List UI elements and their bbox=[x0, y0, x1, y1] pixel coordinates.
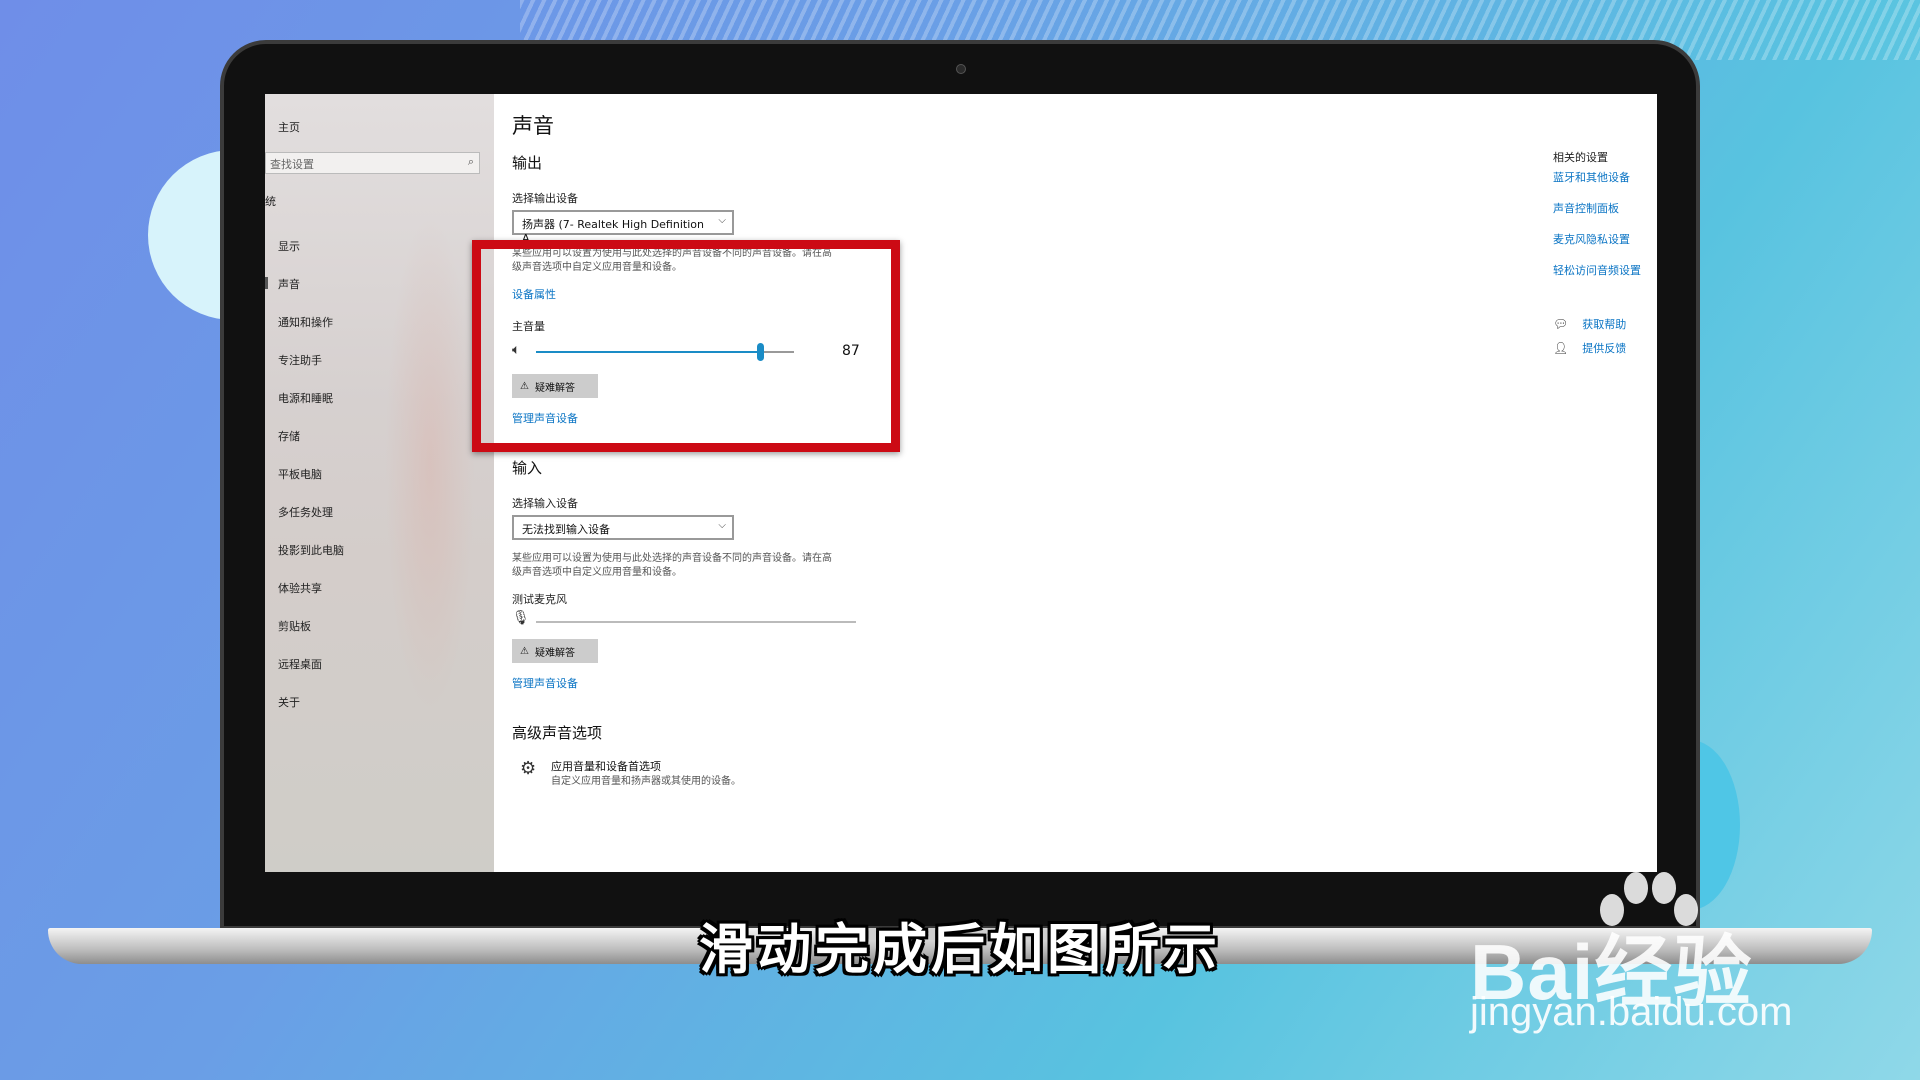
mic-level-meter: 🎙︎ bbox=[512, 610, 862, 634]
chat-help-icon: 💬︎ bbox=[1553, 317, 1569, 331]
give-feedback-label: 提供反馈 bbox=[1582, 342, 1627, 355]
search-icon[interactable]: ⌕ bbox=[468, 155, 474, 169]
input-select-label: 选择输入设备 bbox=[512, 497, 578, 510]
input-device-value: 无法找到输入设备 bbox=[522, 523, 610, 536]
input-heading: 输入 bbox=[512, 459, 543, 477]
sidebar-item-remote-desktop[interactable]: 远程桌面 bbox=[278, 656, 322, 672]
related-link-ease-of-access-audio[interactable]: 轻松访问音频设置 bbox=[1553, 262, 1641, 278]
input-device-dropdown[interactable]: 无法找到输入设备 ⌵ bbox=[512, 515, 734, 540]
sidebar: 主页 查找设置 ⌕ 统 显示 声音 通知和操作 专注助手 电源和睡眠 存储 平板… bbox=[265, 94, 494, 872]
sidebar-item-clipboard[interactable]: 剪贴板 bbox=[278, 618, 311, 634]
warning-icon: ⚠ bbox=[520, 645, 529, 657]
troubleshoot-label: 疑难解答 bbox=[534, 647, 575, 659]
settings-window: 主页 查找设置 ⌕ 统 显示 声音 通知和操作 专注助手 电源和睡眠 存储 平板… bbox=[265, 94, 1657, 872]
baidu-watermark-url: jingyan.baidu.com bbox=[1470, 990, 1793, 1034]
get-help-link[interactable]: 💬︎ 获取帮助 bbox=[1553, 316, 1626, 332]
advanced-heading: 高级声音选项 bbox=[512, 724, 603, 742]
get-help-label: 获取帮助 bbox=[1582, 318, 1627, 331]
sidebar-section-title: 统 bbox=[265, 195, 276, 208]
test-mic-label: 测试麦克风 bbox=[512, 593, 567, 606]
chevron-down-icon: ⌵ bbox=[718, 215, 726, 226]
related-settings-title: 相关的设置 bbox=[1553, 151, 1608, 164]
related-link-mic-privacy[interactable]: 麦克风隐私设置 bbox=[1553, 231, 1630, 247]
page-title: 声音 bbox=[512, 114, 554, 138]
sidebar-item-focus-assist[interactable]: 专注助手 bbox=[278, 352, 322, 368]
webcam bbox=[956, 64, 966, 74]
main-content: 声音 输出 选择输出设备 扬声器 (7- Realtek High Defini… bbox=[494, 94, 1657, 872]
sidebar-item-storage[interactable]: 存储 bbox=[278, 428, 300, 444]
related-link-bluetooth[interactable]: 蓝牙和其他设备 bbox=[1553, 169, 1630, 185]
sidebar-home[interactable]: 主页 bbox=[278, 119, 300, 135]
sidebar-item-notifications[interactable]: 通知和操作 bbox=[278, 314, 333, 330]
sliders-icon[interactable]: ⚙ bbox=[520, 758, 536, 779]
input-description: 某些应用可以设置为使用与此处选择的声音设备不同的声音设备。请在高 级声音选项中自… bbox=[512, 552, 874, 580]
input-desc-line1: 某些应用可以设置为使用与此处选择的声音设备不同的声音设备。请在高 bbox=[512, 553, 832, 564]
sidebar-item-sound[interactable]: 声音 bbox=[265, 276, 300, 292]
feedback-person-icon: 👤︎ bbox=[1553, 341, 1569, 355]
mic-level-track bbox=[536, 621, 856, 623]
sidebar-item-about[interactable]: 关于 bbox=[278, 694, 300, 710]
output-select-label: 选择输出设备 bbox=[512, 192, 578, 205]
input-desc-line2: 级声音选项中自定义应用音量和设备。 bbox=[512, 567, 682, 578]
output-heading: 输出 bbox=[512, 154, 543, 172]
search-input[interactable]: 查找设置 ⌕ bbox=[265, 152, 480, 174]
sidebar-item-multitasking[interactable]: 多任务处理 bbox=[278, 504, 333, 520]
sidebar-item-power[interactable]: 电源和睡眠 bbox=[278, 390, 333, 406]
sidebar-item-projecting[interactable]: 投影到此电脑 bbox=[278, 542, 344, 558]
input-manage-devices-link[interactable]: 管理声音设备 bbox=[512, 675, 578, 691]
input-troubleshoot-button[interactable]: ⚠ 疑难解答 bbox=[512, 639, 598, 663]
output-device-dropdown[interactable]: 扬声器 (7- Realtek High Definition A... ⌵ bbox=[512, 210, 734, 245]
sidebar-item-tablet[interactable]: 平板电脑 bbox=[278, 466, 322, 482]
highlight-box bbox=[472, 240, 900, 452]
app-volume-preferences-desc: 自定义应用音量和扬声器或其使用的设备。 bbox=[551, 776, 741, 787]
search-placeholder: 查找设置 bbox=[270, 158, 314, 171]
give-feedback-link[interactable]: 👤︎ 提供反馈 bbox=[1553, 340, 1626, 356]
sidebar-item-display[interactable]: 显示 bbox=[278, 238, 300, 254]
microphone-icon: 🎙︎ bbox=[512, 610, 530, 626]
related-link-sound-control-panel[interactable]: 声音控制面板 bbox=[1553, 200, 1619, 216]
sidebar-item-shared-experiences[interactable]: 体验共享 bbox=[278, 580, 322, 596]
chevron-down-icon: ⌵ bbox=[718, 520, 726, 531]
